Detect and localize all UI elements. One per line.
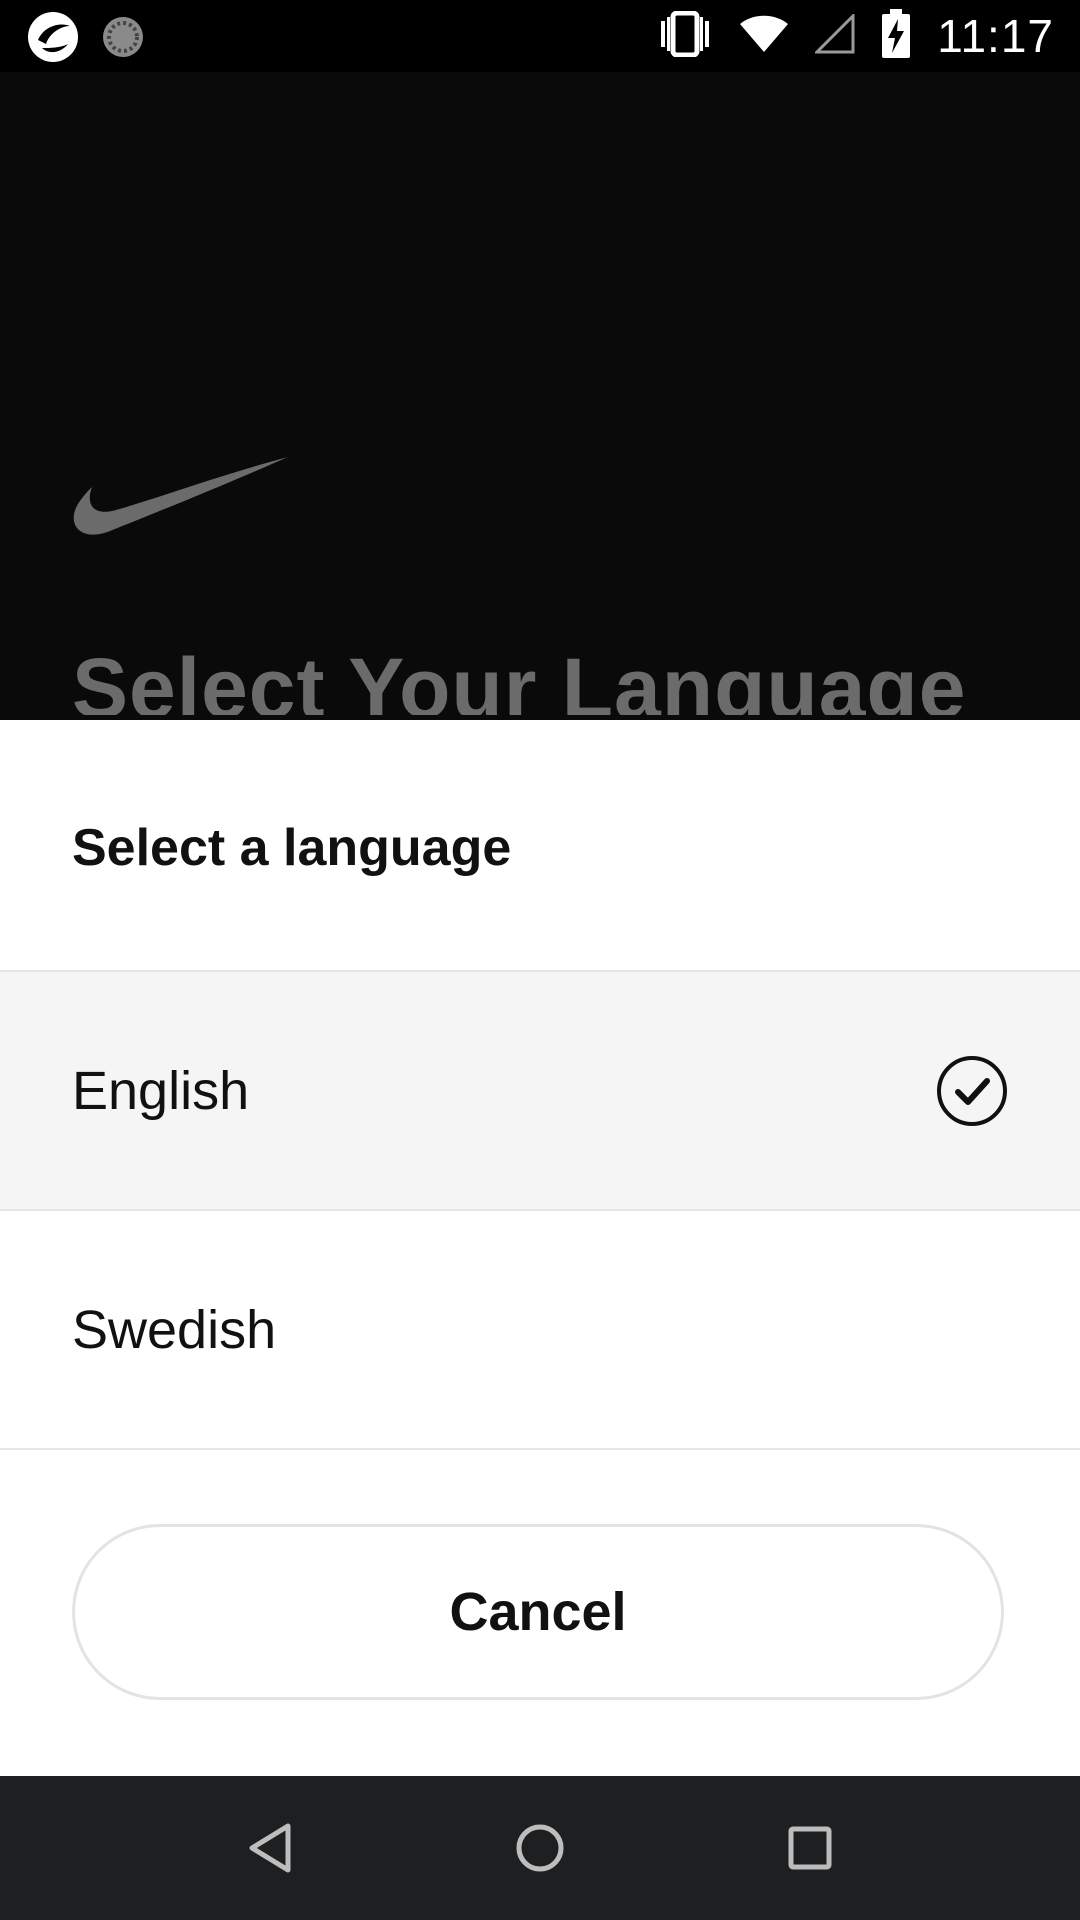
status-bar: 11:17 (0, 0, 1080, 72)
language-option-english[interactable]: English (0, 972, 1080, 1209)
recents-icon (788, 1826, 832, 1870)
battery-charging-icon (881, 8, 911, 64)
cancel-button[interactable]: Cancel (72, 1524, 1004, 1700)
vibrate-icon (657, 10, 713, 62)
back-icon (249, 1823, 291, 1873)
sheet-title: Select a language (72, 819, 512, 877)
clock: 11:17 (937, 10, 1054, 62)
cell-signal-icon (813, 11, 855, 59)
loading-spinner-icon (100, 14, 146, 65)
status-right-icons: 11:17 (657, 0, 1054, 72)
screen: 11:17 Select Your Language Select a lang… (0, 0, 1080, 1920)
nike-app-icon (26, 10, 80, 69)
recents-button[interactable] (774, 1812, 846, 1884)
option-label: English (72, 1060, 250, 1121)
home-icon (516, 1824, 564, 1872)
divider (0, 1448, 1080, 1450)
navigation-bar (0, 1776, 1080, 1920)
option-label: Swedish (72, 1299, 277, 1360)
home-button[interactable] (504, 1812, 576, 1884)
back-button[interactable] (234, 1812, 306, 1884)
check-circle-icon (937, 1055, 1007, 1126)
wifi-icon (739, 14, 789, 59)
status-left-icons (26, 10, 146, 69)
background-screen (0, 72, 1080, 720)
language-option-swedish[interactable]: Swedish (0, 1211, 1080, 1448)
nike-swoosh-logo (73, 457, 288, 535)
